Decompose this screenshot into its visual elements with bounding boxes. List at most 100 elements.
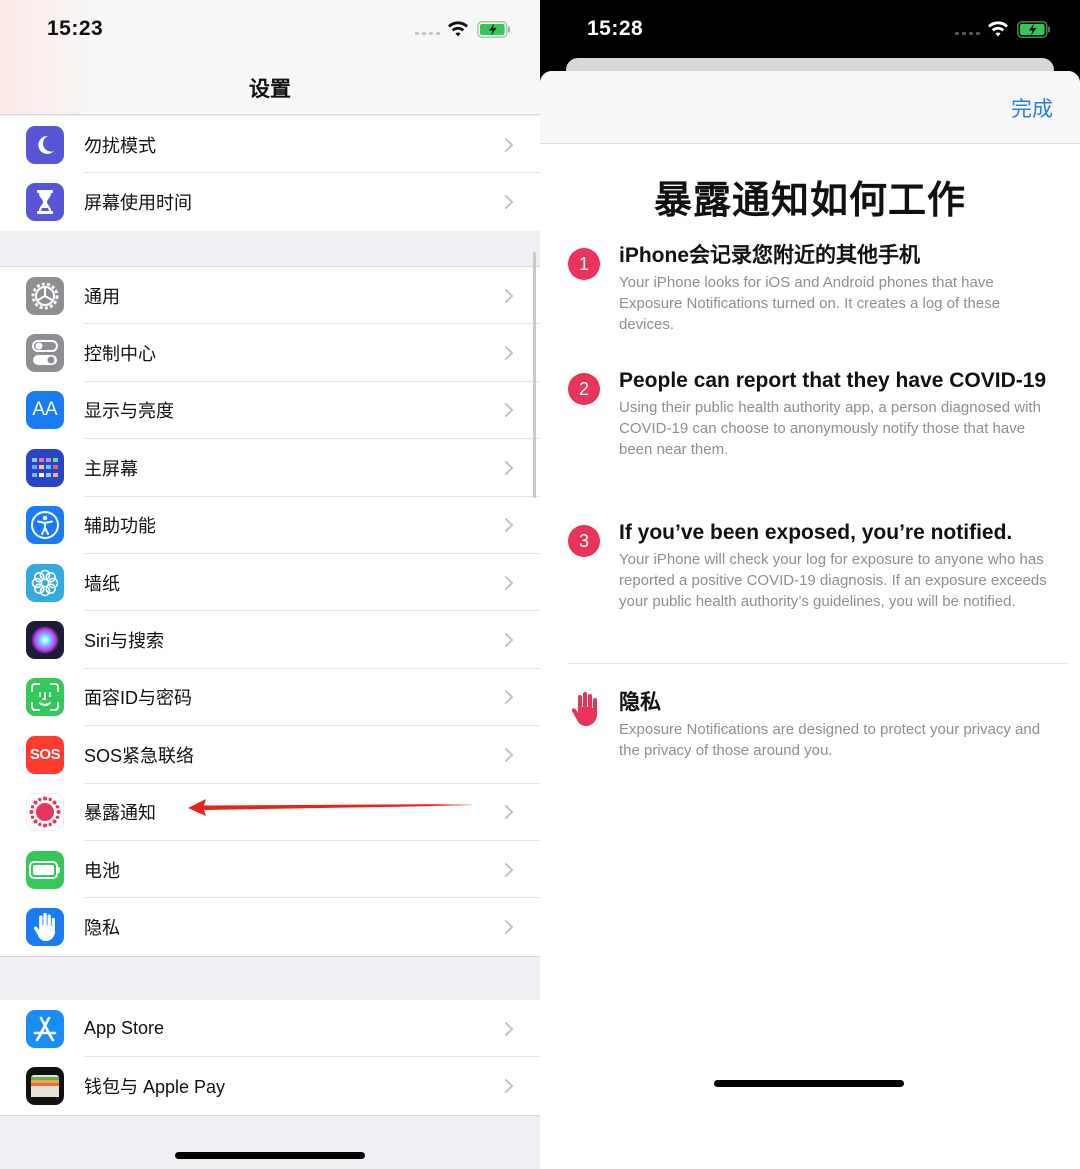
section-divider [568,663,1068,664]
gear-icon [26,276,64,315]
settings-row[interactable]: App Store [0,1000,540,1058]
app-store-icon [26,1009,64,1048]
chevron-right-icon [504,689,514,705]
hand-icon [571,692,597,726]
settings-row-label: 钱包与 Apple Pay [84,1077,226,1098]
toggles-icon [26,334,64,373]
chevron-right-icon [504,747,514,763]
chevron-right-icon [504,1021,514,1037]
settings-row-label: 墙纸 [84,573,120,594]
step-number-badge: 1 [568,248,600,280]
chevron-right-icon [504,919,514,935]
chevron-right-icon [504,194,514,210]
settings-row-label: 屏幕使用时间 [84,193,192,214]
wifi-icon [448,21,468,37]
settings-screen: 15:23 设置 勿扰模式屏幕使用时间 通用控制中心 AA 显示与亮度主屏幕辅助功能… [0,0,540,1169]
settings-row[interactable]: 面容ID与密码 [0,669,540,727]
settings-row-label: 勿扰模式 [84,135,156,156]
settings-row-label: 主屏幕 [84,458,138,479]
moon-icon [26,125,64,164]
sheet-header: 完成 [540,71,1080,144]
chevron-right-icon [504,517,514,533]
settings-group-focus: 勿扰模式屏幕使用时间 [0,116,540,231]
step-item: 3 If you’ve been exposed, you’re notifie… [568,519,1058,612]
text-size-icon: AA [26,391,64,430]
chevron-right-icon [504,402,514,418]
settings-row[interactable]: AA 显示与亮度 [0,382,540,440]
battery-charging-icon [1017,21,1050,38]
text-size-glyph: AA [32,399,58,421]
chevron-right-icon [504,804,514,820]
status-and-nav-bar: 15:23 设置 [0,0,540,115]
step-number-badge: 2 [568,373,600,405]
settings-row-label: SOS紧急联络 [84,745,195,766]
step-body: Using their public health authority app,… [619,399,1041,458]
chevron-right-icon [504,1078,514,1094]
battery-icon [26,850,64,889]
signal-dots-icon [955,32,980,35]
privacy-heading: 隐私 [619,691,661,714]
home-indicator[interactable] [714,1080,904,1087]
settings-group-general: 通用 控制中心 AA 显示与亮度 主屏幕 辅助功能 墙纸 Siri与搜索 面容ID与密码 SOS S… [0,266,540,957]
exposure-info-screen: 15:28 完成 暴露通知如何工作 1 iPhone会记录您附近的其他手机 Yo… [540,0,1080,1169]
sos-glyph: SOS [29,746,61,764]
step-body: Your iPhone will check your log for expo… [619,551,1047,610]
settings-row[interactable]: 辅助功能 [0,497,540,554]
page-title: 设置 [249,78,291,101]
status-time: 15:28 [587,17,644,40]
face-id-icon [26,678,64,717]
settings-row[interactable]: 墙纸 [0,554,540,612]
step-heading: iPhone会记录您附近的其他手机 [619,244,921,267]
settings-row[interactable]: 通用 [0,267,540,325]
signal-dots-icon [415,32,440,35]
done-button[interactable]: 完成 [1011,93,1053,123]
settings-row[interactable]: SOS SOS紧急联络 [0,726,540,784]
chevron-right-icon [504,575,514,591]
flower-icon [26,563,64,602]
sos-icon: SOS [26,735,64,774]
settings-row[interactable]: 屏幕使用时间 [0,173,540,230]
settings-row[interactable]: 主屏幕 [0,439,540,497]
hourglass-icon [26,183,64,222]
step-heading: People can report that they have COVID-1… [619,369,1047,392]
settings-row[interactable]: Siri与搜索 [0,611,540,669]
settings-group-store: App Store 钱包与 Apple Pay [0,1000,540,1116]
settings-row[interactable]: 隐私 [0,898,540,955]
settings-row-label: 暴露通知 [84,803,156,824]
chevron-right-icon [504,137,514,153]
step-item: 1 iPhone会记录您附近的其他手机 Your iPhone looks fo… [568,242,1058,335]
settings-row-label: 控制中心 [84,344,156,365]
home-indicator[interactable] [175,1152,365,1159]
privacy-item: 隐私 Exposure Notifications are designed t… [568,689,1058,761]
accessibility-icon [26,506,64,545]
privacy-body: Exposure Notifications are designed to p… [619,721,1041,759]
wallet-icon [26,1067,64,1106]
settings-row-label: App Store [84,1018,165,1039]
modal-sheet: 完成 暴露通知如何工作 1 iPhone会记录您附近的其他手机 Your iPh… [540,71,1080,1169]
settings-row[interactable]: 控制中心 [0,324,540,382]
wifi-icon [988,21,1008,37]
battery-charging-icon [477,21,510,38]
step-item: 2 People can report that they have COVID… [568,367,1058,460]
settings-row-label: 通用 [84,286,120,307]
sheet-title: 暴露通知如何工作 [653,180,966,222]
chevron-right-icon [504,345,514,361]
settings-row-label: 电池 [84,860,120,881]
scrollbar[interactable] [533,252,536,498]
chevron-right-icon [504,288,514,304]
settings-row-label: 显示与亮度 [84,401,174,422]
settings-row[interactable]: 勿扰模式 [0,116,540,174]
chevron-right-icon [504,862,514,878]
hand-icon [26,907,64,946]
settings-row[interactable]: 钱包与 Apple Pay [0,1057,540,1114]
settings-row[interactable]: 电池 [0,841,540,899]
annotation-red-arrow [188,799,472,816]
status-time: 15:23 [47,17,104,40]
settings-row-label: 辅助功能 [84,516,156,537]
siri-icon [26,621,64,660]
step-number-badge: 3 [568,525,600,557]
settings-row-label: Siri与搜索 [84,631,164,652]
settings-row-label: 隐私 [84,917,120,938]
chevron-right-icon [504,460,514,476]
home-screen-grid-icon [26,448,64,487]
